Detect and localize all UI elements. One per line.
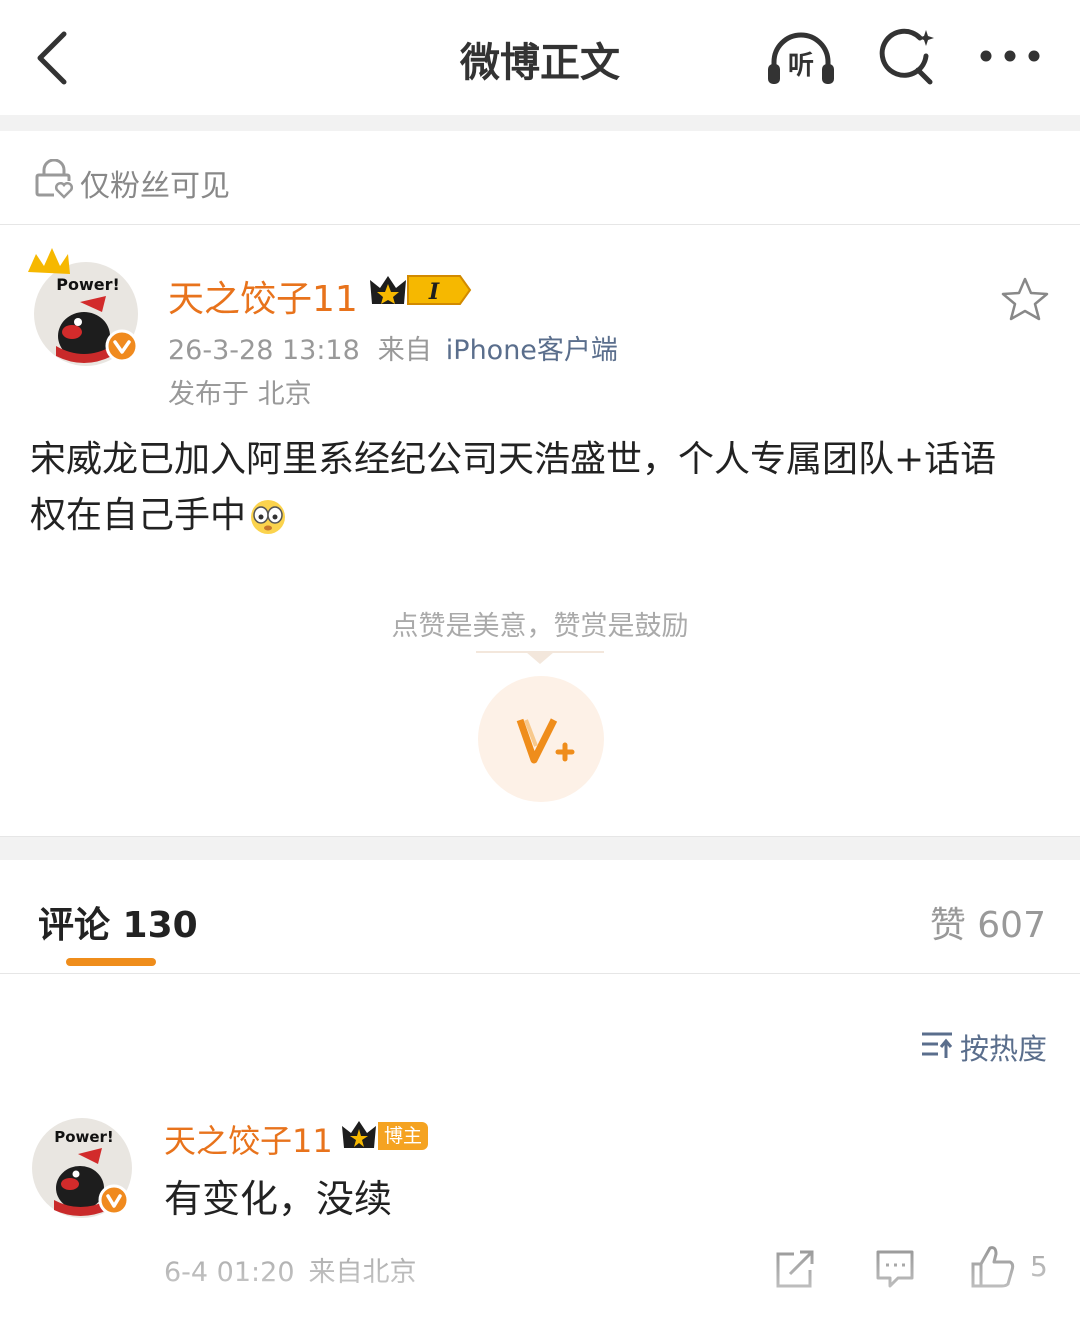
reply-comment-icon[interactable] xyxy=(874,1248,916,1288)
reward-v-plus-icon xyxy=(516,718,575,764)
favorite-star-icon[interactable] xyxy=(1000,276,1050,322)
comment-crown-icon xyxy=(342,1121,376,1148)
post-meta: 26-3-28 13:18 来自 iPhone客户端 xyxy=(168,328,618,367)
author-tag-badge: 博主 xyxy=(378,1122,429,1150)
comment-avatar-text: Power! xyxy=(54,1128,114,1146)
more-dots-icon[interactable] xyxy=(978,36,1042,76)
post-time: 26-3-28 13:18 xyxy=(168,335,360,366)
reward-tip: 点赞是美意，赞赏是鼓励 xyxy=(391,611,689,642)
post-text-content: 宋威龙已加入阿里系经纪公司天浩盛世，个人专属团队+话语权在自己手中 xyxy=(30,439,997,536)
comment-text: 有变化，没续 xyxy=(164,1177,393,1221)
avatar-text: Power! xyxy=(56,275,120,294)
headphones-listen-icon[interactable]: 听 xyxy=(764,28,838,88)
author-name[interactable]: 天之饺子11 xyxy=(168,270,358,322)
comment-like-count: 5 xyxy=(1030,1250,1048,1283)
comment-time: 6-4 01:20 xyxy=(164,1257,295,1288)
tab-comments[interactable]: 评论 130 xyxy=(38,896,198,948)
listen-label: 听 xyxy=(788,51,814,81)
visibility-row: 仅粉丝可见 xyxy=(0,131,1080,225)
visibility-label: 仅粉丝可见 xyxy=(80,169,230,204)
post-source[interactable]: iPhone客户端 xyxy=(446,335,618,366)
section-divider xyxy=(0,115,1080,131)
section-divider-2 xyxy=(0,836,1080,860)
comment-avatar[interactable]: Power! xyxy=(30,1116,134,1220)
tab-active-indicator xyxy=(66,958,156,966)
comment-location: 来自北京 xyxy=(308,1257,417,1288)
badge-text: I xyxy=(428,279,440,305)
post-location: 发布于 北京 xyxy=(168,379,312,410)
share-icon[interactable] xyxy=(774,1248,816,1288)
post-from-label: 来自 xyxy=(377,335,432,366)
comment-meta: 6-4 01:20 来自北京 xyxy=(164,1250,417,1289)
top-nav-bar: 微博正文 听 xyxy=(0,0,1080,115)
thumbs-up-icon[interactable] xyxy=(970,1244,1016,1288)
lock-heart-icon xyxy=(35,159,73,199)
sort-icon xyxy=(922,1032,953,1058)
author-avatar[interactable]: Power! xyxy=(26,246,146,370)
reward-tip-pointer xyxy=(526,652,554,664)
reward-button[interactable] xyxy=(478,676,604,802)
search-icon[interactable] xyxy=(876,26,938,88)
member-level-badge: I xyxy=(370,275,472,305)
sort-label: 按热度 xyxy=(960,1032,1048,1066)
bottom-fade-overlay xyxy=(0,1230,1080,1325)
comment-author-name[interactable]: 天之饺子11 xyxy=(164,1116,333,1162)
tab-likes[interactable]: 赞 607 xyxy=(930,896,1046,948)
emoji-icon xyxy=(251,500,286,534)
post-text: 宋威龙已加入阿里系经纪公司天浩盛世，个人专属团队+话语权在自己手中 xyxy=(30,432,1030,544)
comment-tabs: 评论 130 赞 607 xyxy=(0,860,1080,974)
